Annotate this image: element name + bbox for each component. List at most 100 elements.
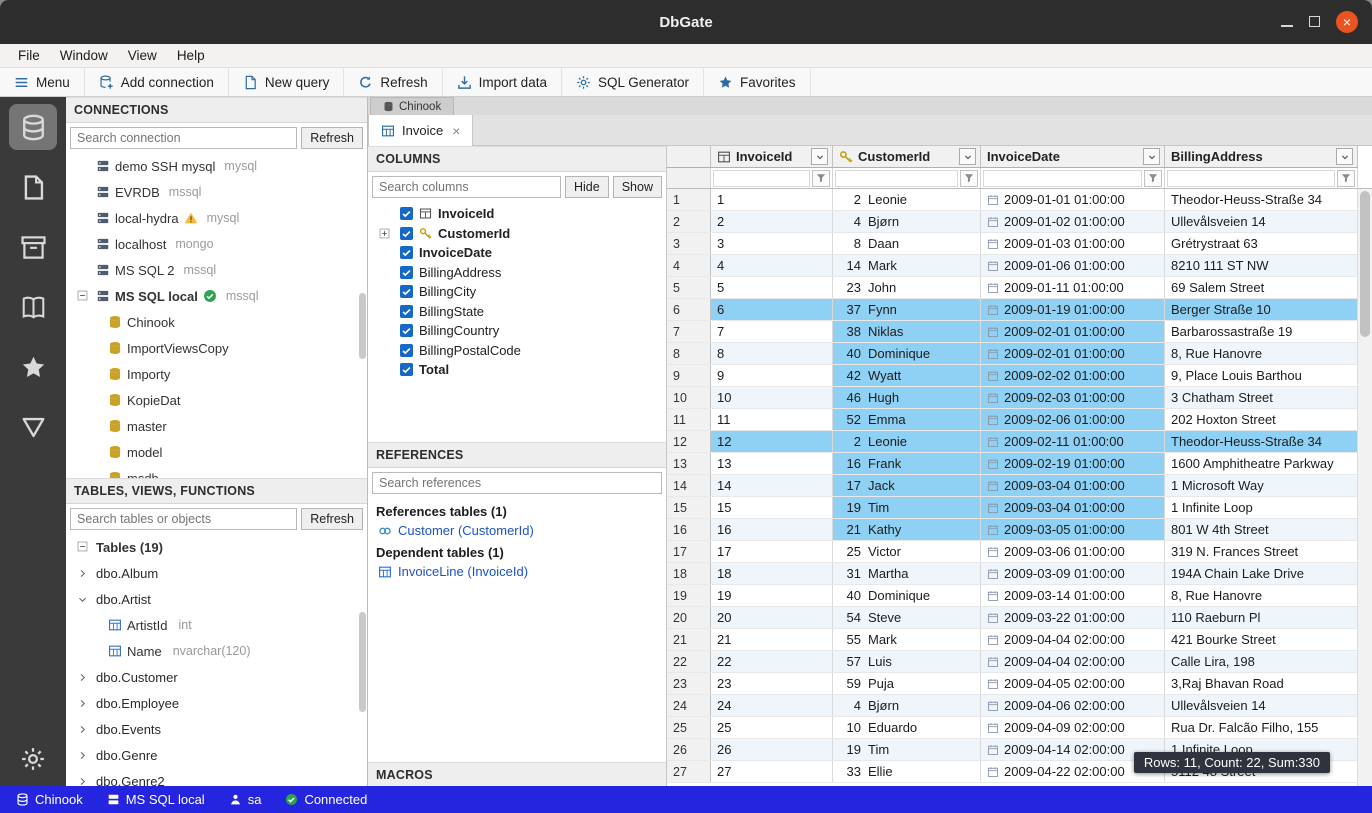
column-item-name[interactable]: Namenvarchar(120) (66, 638, 367, 664)
cell-invoicedate[interactable]: 2009-02-03 01:00:00 (981, 387, 1165, 408)
column-header-customerid[interactable]: CustomerId (833, 146, 981, 168)
cell-billingaddress[interactable]: 319 N. Frances Street (1165, 541, 1358, 562)
minusbox-icon[interactable] (77, 541, 88, 552)
column-menu-button[interactable] (959, 148, 976, 165)
row-number[interactable]: 4 (667, 255, 711, 276)
statusbar-sa[interactable]: sa (217, 786, 274, 813)
grid-vscrollbar-thumb[interactable] (1360, 191, 1370, 337)
cell-billingaddress[interactable]: Berger Straße 10 (1165, 299, 1358, 320)
cell-customerid[interactable]: 59Puja (833, 673, 981, 694)
cell-invoicedate[interactable]: 2009-02-06 01:00:00 (981, 409, 1165, 430)
table-item-dbo-genre[interactable]: dbo.Genre (66, 742, 367, 768)
tab-group-chinook[interactable]: Chinook (370, 97, 454, 115)
connection-search-input[interactable] (70, 127, 297, 149)
database-item-kopiedat[interactable]: KopieDat (66, 387, 367, 413)
cell-billingaddress[interactable]: 421 Bourke Street (1165, 629, 1358, 650)
activitybar-databases[interactable] (0, 97, 66, 157)
row-number[interactable]: 20 (667, 607, 711, 628)
cell-invoiceid[interactable]: 8 (711, 343, 833, 364)
cell-invoiceid[interactable]: 11 (711, 409, 833, 430)
chevright-icon[interactable] (77, 672, 88, 683)
row-number[interactable]: 6 (667, 299, 711, 320)
database-item-master[interactable]: master (66, 413, 367, 439)
row-number[interactable]: 26 (667, 739, 711, 760)
row-number[interactable]: 19 (667, 585, 711, 606)
row-number[interactable]: 21 (667, 629, 711, 650)
minusbox-icon[interactable] (77, 290, 88, 301)
menu-file[interactable]: File (8, 46, 50, 65)
cell-customerid[interactable]: 37Fynn (833, 299, 981, 320)
row-number[interactable]: 12 (667, 431, 711, 452)
cell-billingaddress[interactable]: 8, Rue Hanovre (1165, 343, 1358, 364)
table-item-dbo-events[interactable]: dbo.Events (66, 716, 367, 742)
database-item-importy[interactable]: Importy (66, 361, 367, 387)
cell-invoicedate[interactable]: 2009-03-04 01:00:00 (981, 497, 1165, 518)
column-toggle-billingpostalcode[interactable]: BillingPostalCode (368, 341, 666, 361)
cell-invoicedate[interactable]: 2009-01-03 01:00:00 (981, 233, 1165, 254)
cell-invoiceid[interactable]: 10 (711, 387, 833, 408)
cell-billingaddress[interactable]: Theodor-Heuss-Straße 34 (1165, 189, 1358, 210)
checkbox-billingcountry[interactable] (400, 324, 413, 337)
filter-button[interactable] (960, 170, 978, 187)
cell-customerid[interactable]: 2Leonie (833, 189, 981, 210)
cell-invoiceid[interactable]: 14 (711, 475, 833, 496)
column-toggle-total[interactable]: Total (368, 360, 666, 380)
statusbar-chinook[interactable]: Chinook (4, 786, 95, 813)
row-number[interactable]: 18 (667, 563, 711, 584)
connection-item-localhost[interactable]: localhostmongo (66, 231, 367, 257)
cell-invoicedate[interactable]: 2009-01-01 01:00:00 (981, 189, 1165, 210)
activitybar-files[interactable] (0, 157, 66, 217)
cell-billingaddress[interactable]: 8, Rue Hanovre (1165, 585, 1358, 606)
connection-item-local-hydra[interactable]: local-hydramysql (66, 205, 367, 231)
column-header-invoicedate[interactable]: InvoiceDate (981, 146, 1165, 168)
chevright-icon[interactable] (77, 750, 88, 761)
reference-link-invoiceline-invoiceid[interactable]: InvoiceLine (InvoiceId) (368, 562, 666, 582)
cell-invoicedate[interactable]: 2009-02-19 01:00:00 (981, 453, 1165, 474)
chevright-icon[interactable] (77, 724, 88, 735)
toolbar-refresh-button[interactable]: Refresh (344, 68, 442, 96)
row-number[interactable]: 27 (667, 761, 711, 782)
statusbar-connected[interactable]: Connected (273, 786, 379, 813)
cell-customerid[interactable]: 54Steve (833, 607, 981, 628)
filter-input-customerid[interactable] (835, 170, 958, 187)
minimize-button[interactable] (1281, 15, 1293, 30)
cell-invoiceid[interactable]: 4 (711, 255, 833, 276)
cell-customerid[interactable]: 21Kathy (833, 519, 981, 540)
column-menu-button[interactable] (1336, 148, 1353, 165)
checkbox-total[interactable] (400, 363, 413, 376)
activitybar-settings[interactable] (0, 746, 66, 772)
cell-customerid[interactable]: 17Jack (833, 475, 981, 496)
cell-customerid[interactable]: 23John (833, 277, 981, 298)
checkbox-billingaddress[interactable] (400, 266, 413, 279)
cell-billingaddress[interactable]: 194A Chain Lake Drive (1165, 563, 1358, 584)
cell-billingaddress[interactable]: 3,Raj Bhavan Road (1165, 673, 1358, 694)
database-item-importviewscopy[interactable]: ImportViewsCopy (66, 335, 367, 361)
cell-invoicedate[interactable]: 2009-02-02 01:00:00 (981, 365, 1165, 386)
cell-billingaddress[interactable]: 202 Hoxton Street (1165, 409, 1358, 430)
cell-invoiceid[interactable]: 17 (711, 541, 833, 562)
cell-invoiceid[interactable]: 24 (711, 695, 833, 716)
checkbox-billingcity[interactable] (400, 285, 413, 298)
tables-refresh-button[interactable]: Refresh (301, 508, 363, 530)
cell-invoiceid[interactable]: 1 (711, 189, 833, 210)
columns-hide-button[interactable]: Hide (565, 176, 609, 198)
column-toggle-billingcity[interactable]: BillingCity (368, 282, 666, 302)
cell-invoicedate[interactable]: 2009-03-06 01:00:00 (981, 541, 1165, 562)
cell-invoicedate[interactable]: 2009-03-05 01:00:00 (981, 519, 1165, 540)
database-item-model[interactable]: model (66, 439, 367, 465)
chevright-icon[interactable] (77, 568, 88, 579)
row-number[interactable]: 8 (667, 343, 711, 364)
row-number[interactable]: 1 (667, 189, 711, 210)
menu-help[interactable]: Help (167, 46, 215, 65)
tables-search-input[interactable] (70, 508, 297, 530)
cell-invoiceid[interactable]: 16 (711, 519, 833, 540)
row-number[interactable]: 16 (667, 519, 711, 540)
column-menu-button[interactable] (811, 148, 828, 165)
row-number[interactable]: 2 (667, 211, 711, 232)
connection-item-evrdb[interactable]: EVRDBmssql (66, 179, 367, 205)
cell-billingaddress[interactable]: Ullevålsveien 14 (1165, 211, 1358, 232)
cell-customerid[interactable]: 40Dominique (833, 343, 981, 364)
cell-billingaddress[interactable]: 1 Infinite Loop (1165, 497, 1358, 518)
cell-invoicedate[interactable]: 2009-01-02 01:00:00 (981, 211, 1165, 232)
activitybar-favorites[interactable] (0, 337, 66, 397)
